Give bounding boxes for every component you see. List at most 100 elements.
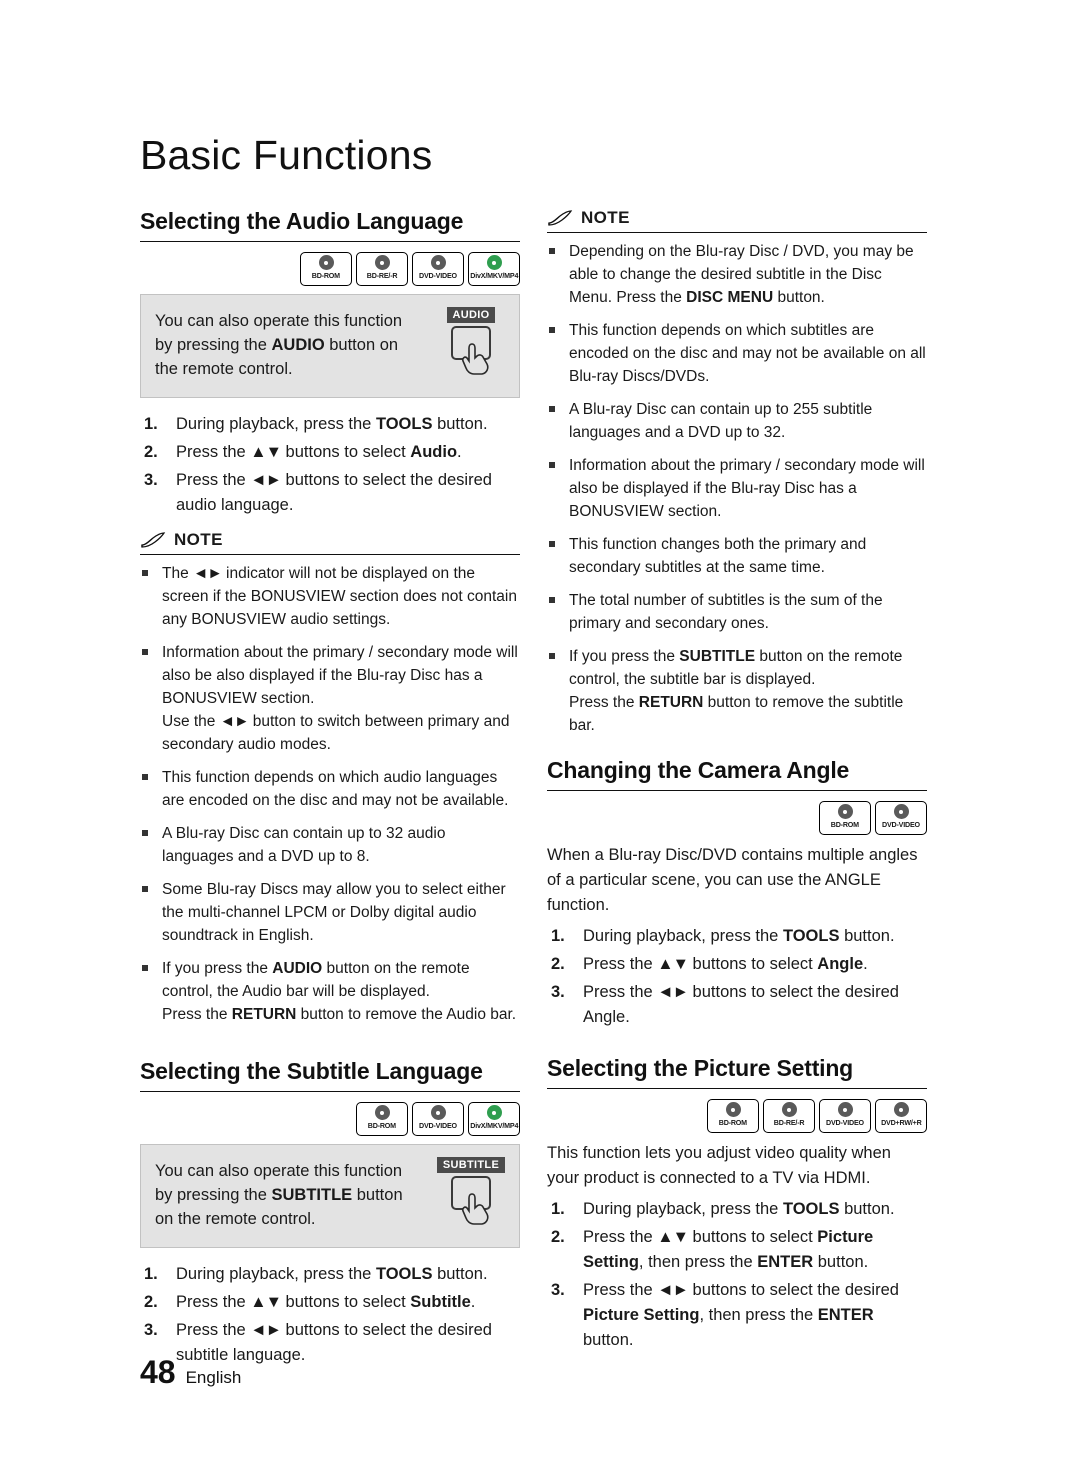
disc-badge-label: BD-ROM [830, 820, 860, 829]
disc-badge-label: BD-RE/-R [366, 271, 398, 280]
keycap-label: AUDIO [446, 307, 496, 323]
remote-key-audio: AUDIO [435, 305, 507, 375]
page-footer: 48 English [140, 1354, 241, 1391]
step-item: 1. During playback, press the TOOLS butto… [140, 412, 520, 437]
note-heading-subtitle: NOTE [547, 208, 927, 228]
disc-icon [837, 804, 853, 819]
step-number: 1. [551, 1200, 565, 1218]
disc-badge-label: BD-ROM [311, 271, 341, 280]
disc-icon [837, 1102, 853, 1117]
notes-subtitle-language: Depending on the Blu-ray Disc / DVD, you… [547, 240, 927, 737]
remote-key-subtitle: SUBTITLE [435, 1155, 507, 1225]
disc-icon [893, 1102, 909, 1117]
disc-badge: BD-RE/-R [356, 252, 408, 286]
disc-icon [893, 804, 909, 819]
pencil-icon [548, 210, 573, 226]
disc-badge: BD-ROM [300, 252, 352, 286]
bullet-square [549, 541, 555, 547]
step-item: 2. Press the ▲▼ buttons to select Subtitl… [140, 1290, 520, 1315]
step-item: 3. Press the ◄► buttons to select the des… [547, 1278, 927, 1353]
step-number: 3. [551, 983, 565, 1001]
bullet-square [549, 597, 555, 603]
tip-text: You can also operate this function by pr… [155, 312, 403, 378]
title-divider [140, 241, 520, 242]
disc-badge-label: BD-ROM [718, 1118, 748, 1127]
bullet-square [142, 965, 148, 971]
hand-pointer-icon [462, 343, 489, 375]
tip-box-audio: You can also operate this function by pr… [140, 294, 520, 398]
steps-audio-language: 1. During playback, press the TOOLS butto… [140, 412, 520, 518]
title-divider [140, 1091, 520, 1092]
note-item: Depending on the Blu-ray Disc / DVD, you… [547, 240, 927, 309]
disc-badge: DVD+RW/+R [875, 1099, 927, 1133]
note-item: A Blu-ray Disc can contain up to 255 sub… [547, 398, 927, 444]
disc-icon [781, 1102, 797, 1117]
section-camera-angle: Changing the Camera Angle BD-ROM DVD-VID… [547, 757, 927, 1030]
steps-camera-angle: 1. During playback, press the TOOLS butto… [547, 924, 927, 1030]
bullet-square [142, 830, 148, 836]
section-picture-setting: Selecting the Picture Setting BD-ROM BD-… [547, 1055, 927, 1353]
step-number: 3. [144, 471, 158, 489]
bullet-square [142, 649, 148, 655]
page-number: 48 [140, 1354, 176, 1390]
note-item: The total number of subtitles is the sum… [547, 589, 927, 635]
disc-badge-label: DivX/MKV/MP4 [469, 271, 519, 280]
note-label: NOTE [174, 530, 223, 549]
bullet-square [142, 570, 148, 576]
disc-badge-row-picture: BD-ROM BD-RE/-R DVD-VIDEO DVD+RW/+R [547, 1099, 927, 1133]
bullet-square [549, 248, 555, 254]
step-item: 3. Press the ◄► buttons to select the des… [547, 980, 927, 1030]
chapter-title: Basic Functions [140, 132, 433, 178]
note-item: Some Blu-ray Discs may allow you to sele… [140, 878, 520, 947]
bullet-square [549, 462, 555, 468]
section-subtitle-language: Selecting the Subtitle Language BD-ROM D… [140, 1058, 520, 1368]
note-divider [547, 232, 927, 233]
disc-badge-label: DVD-VIDEO [826, 1118, 864, 1127]
title-divider [547, 1088, 927, 1089]
note-item: A Blu-ray Disc can contain up to 32 audi… [140, 822, 520, 868]
bullet-square [549, 406, 555, 412]
bullet-square [549, 653, 555, 659]
note-item: If you press the AUDIO button on the rem… [140, 957, 520, 1026]
disc-badge: DivX/MKV/MP4 [468, 1102, 520, 1136]
tip-key-inline: AUDIO [271, 336, 325, 354]
step-number: 2. [551, 955, 565, 973]
note-item: Information about the primary / secondar… [140, 641, 520, 756]
disc-badge: BD-ROM [819, 801, 871, 835]
disc-icon [318, 255, 334, 270]
step-number: 1. [144, 415, 158, 433]
disc-badge-label: DVD+RW/+R [880, 1118, 922, 1127]
notes-audio-language: The ◄► indicator will not be displayed o… [140, 562, 520, 1026]
disc-badge-label: DVD-VIDEO [419, 271, 457, 280]
step-item: 3. Press the ◄► buttons to select the des… [140, 468, 520, 518]
disc-badge-row-subtitle: BD-ROM DVD-VIDEO DivX/MKV/MP4 [140, 1102, 520, 1136]
disc-badge-label: BD-ROM [367, 1121, 397, 1130]
note-label: NOTE [581, 208, 630, 227]
intro-picture-setting: This function lets you adjust video qual… [547, 1144, 891, 1187]
keycap-box [451, 1176, 491, 1225]
bullet-square [142, 774, 148, 780]
disc-badge: DVD-VIDEO [875, 801, 927, 835]
disc-badge: DVD-VIDEO [819, 1099, 871, 1133]
keycap-box [451, 326, 491, 375]
step-number: 3. [551, 1281, 565, 1299]
disc-icon [374, 255, 390, 270]
disc-badge-label: DivX/MKV/MP4 [469, 1121, 519, 1130]
section-title-camera-angle: Changing the Camera Angle [547, 757, 850, 783]
disc-badge: BD-ROM [707, 1099, 759, 1133]
note-item: This function changes both the primary a… [547, 533, 927, 579]
step-item: 1. During playback, press the TOOLS butto… [547, 924, 927, 949]
section-title-subtitle-language: Selecting the Subtitle Language [140, 1058, 483, 1084]
disc-badge: BD-RE/-R [763, 1099, 815, 1133]
page-language: English [185, 1368, 242, 1387]
step-number: 2. [144, 443, 158, 461]
note-item: This function depends on which audio lan… [140, 766, 520, 812]
section-title-audio-language: Selecting the Audio Language [140, 208, 464, 234]
tip-text: You can also operate this function by pr… [155, 1162, 403, 1228]
disc-icon [725, 1102, 741, 1117]
intro-camera-angle: When a Blu-ray Disc/DVD contains multipl… [547, 846, 918, 914]
note-item: The ◄► indicator will not be displayed o… [140, 562, 520, 631]
manual-page: Basic Functions Selecting the Audio Lang… [0, 0, 1080, 1477]
disc-badge: DVD-VIDEO [412, 1102, 464, 1136]
section-audio-language: Selecting the Audio Language BD-ROM BD-R… [140, 208, 520, 1026]
